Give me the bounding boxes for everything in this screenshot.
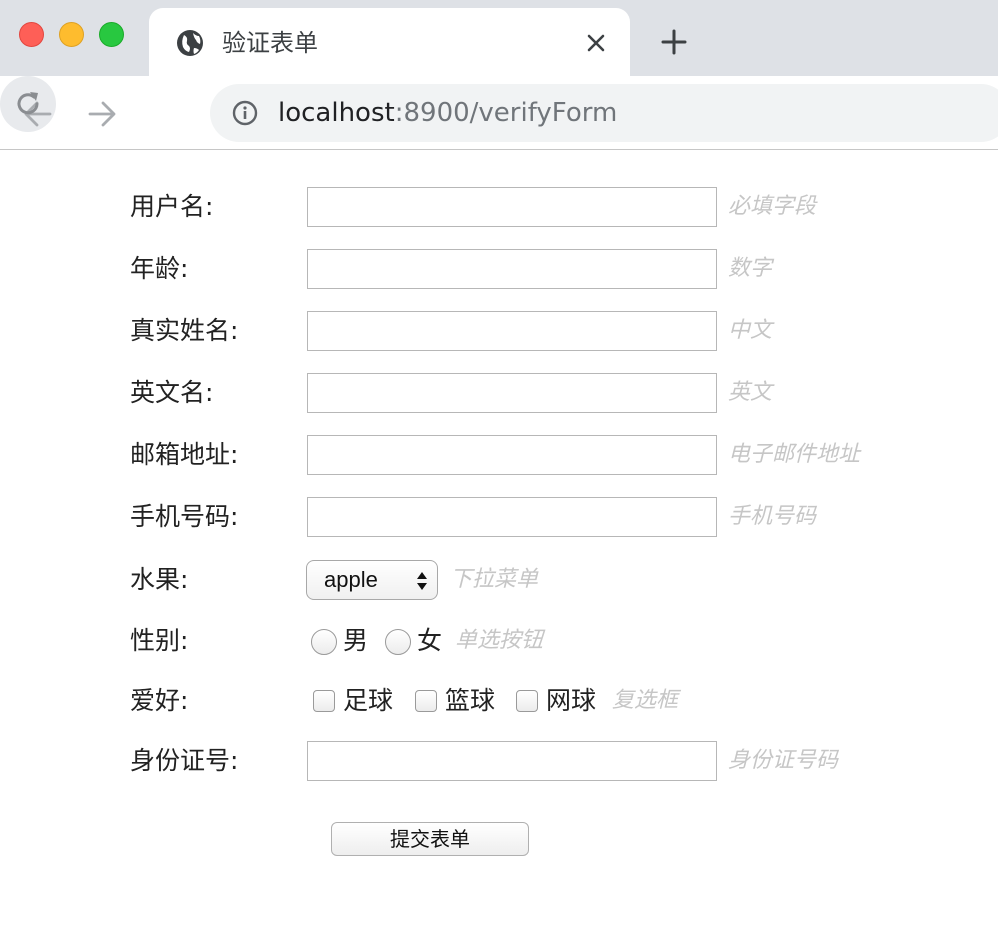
- fruit-label: 水果:: [130, 565, 189, 594]
- age-input[interactable]: [307, 249, 717, 289]
- info-icon[interactable]: [232, 100, 258, 126]
- close-tab-icon[interactable]: [583, 30, 609, 56]
- age-hint: 数字: [728, 256, 773, 281]
- window-minimize-button[interactable]: [59, 22, 84, 47]
- email-row: 邮箱地址: 电子邮件地址: [0, 435, 998, 475]
- fruit-hint: 下拉菜单: [450, 567, 539, 592]
- fruit-row: 水果: apple 下拉菜单: [0, 560, 998, 600]
- address-bar[interactable]: localhost:8900/verifyForm: [210, 84, 998, 142]
- english-name-input[interactable]: [307, 373, 717, 413]
- reload-icon: [17, 92, 39, 115]
- id-number-row: 身份证号: 身份证号码: [0, 741, 998, 781]
- gender-hint: 单选按钮: [455, 628, 544, 653]
- email-hint: 电子邮件地址: [728, 442, 861, 467]
- id-number-label: 身份证号:: [130, 746, 239, 775]
- url-path: :8900/verifyForm: [394, 98, 618, 128]
- real-name-row: 真实姓名: 中文: [0, 311, 998, 351]
- tab-title: 验证表单: [222, 29, 318, 57]
- age-row: 年龄: 数字: [0, 249, 998, 289]
- select-updown-icon: [417, 572, 427, 590]
- username-input[interactable]: [307, 187, 717, 227]
- url-host: localhost: [278, 98, 395, 128]
- fruit-selected-value: apple: [324, 567, 378, 592]
- hobby-tennis-label[interactable]: 网球: [546, 681, 596, 721]
- username-row: 用户名: 必填字段: [0, 187, 998, 227]
- gender-female-label[interactable]: 女: [417, 621, 442, 661]
- username-label: 用户名:: [130, 192, 214, 221]
- email-input[interactable]: [307, 435, 717, 475]
- english-name-row: 英文名: 英文: [0, 373, 998, 413]
- forward-arrow-icon[interactable]: [82, 94, 122, 134]
- hobby-tennis-checkbox[interactable]: [516, 690, 538, 712]
- new-tab-icon[interactable]: [660, 28, 688, 56]
- hobby-football-label[interactable]: 足球: [343, 681, 393, 721]
- gender-male-radio[interactable]: [311, 629, 337, 655]
- gender-male-label[interactable]: 男: [343, 621, 368, 661]
- id-number-hint: 身份证号码: [728, 748, 839, 773]
- browser-toolbar: localhost:8900/verifyForm: [0, 76, 998, 150]
- active-tab[interactable]: 验证表单: [149, 8, 630, 78]
- real-name-input[interactable]: [307, 311, 717, 351]
- english-name-label: 英文名:: [130, 378, 214, 407]
- url-text[interactable]: localhost:8900/verifyForm: [278, 96, 617, 130]
- real-name-label: 真实姓名:: [130, 316, 239, 345]
- email-label: 邮箱地址:: [130, 440, 239, 469]
- phone-input[interactable]: [307, 497, 717, 537]
- gender-label: 性别:: [130, 626, 189, 655]
- submit-button[interactable]: 提交表单: [331, 822, 529, 856]
- username-hint: 必填字段: [728, 194, 817, 219]
- hobbies-label: 爱好:: [130, 686, 189, 715]
- verify-form: 用户名: 必填字段 年龄: 数字 真实姓名: 中文 英文名: 英文 邮箱地址: …: [0, 151, 998, 930]
- fruit-select[interactable]: apple: [306, 560, 438, 600]
- english-name-hint: 英文: [728, 380, 773, 405]
- window-close-button[interactable]: [19, 22, 44, 47]
- hobbies-row: 爱好: 足球 篮球 网球 复选框: [0, 681, 998, 721]
- globe-icon: [177, 30, 203, 56]
- gender-row: 性别: 男 女 单选按钮: [0, 621, 998, 661]
- hobby-football-checkbox[interactable]: [313, 690, 335, 712]
- phone-label: 手机号码:: [130, 502, 239, 531]
- age-label: 年龄:: [130, 254, 189, 283]
- window-maximize-button[interactable]: [99, 22, 124, 47]
- hobby-basketball-checkbox[interactable]: [415, 690, 437, 712]
- tab-strip: 验证表单: [0, 0, 998, 78]
- phone-row: 手机号码: 手机号码: [0, 497, 998, 537]
- id-number-input[interactable]: [307, 741, 717, 781]
- gender-female-radio[interactable]: [385, 629, 411, 655]
- phone-hint: 手机号码: [728, 504, 817, 529]
- real-name-hint: 中文: [728, 318, 773, 343]
- hobby-basketball-label[interactable]: 篮球: [445, 681, 495, 721]
- hobbies-hint: 复选框: [612, 688, 679, 713]
